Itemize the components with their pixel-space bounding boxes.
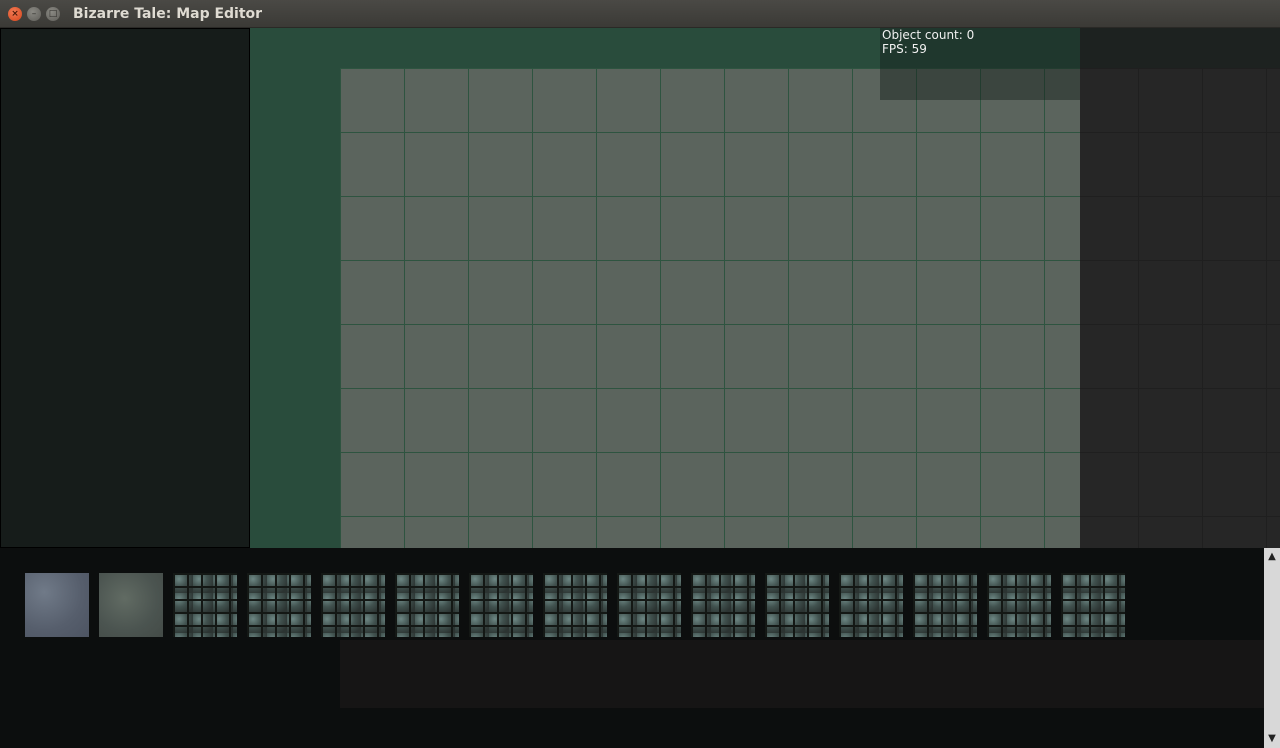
plain-green-tile[interactable] xyxy=(99,573,163,637)
minimize-window-button[interactable]: – xyxy=(27,7,41,21)
stone-wall-tile[interactable] xyxy=(395,573,459,637)
map-border-left xyxy=(250,28,340,548)
object-count-label: Object count: 0 xyxy=(882,28,975,42)
stone-wall-tile[interactable] xyxy=(321,573,385,637)
stats-overlay: Object count: 0 FPS: 59 xyxy=(880,28,1080,100)
palette-shadow xyxy=(340,640,1264,708)
fps-label: FPS: 59 xyxy=(882,42,927,56)
stone-wall-tile[interactable] xyxy=(247,573,311,637)
stone-wall-tile[interactable] xyxy=(913,573,977,637)
stats-overlay-extension xyxy=(1080,28,1280,68)
stone-wall-tile[interactable] xyxy=(691,573,755,637)
stone-wall-tile[interactable] xyxy=(987,573,1051,637)
stone-wall-tile[interactable] xyxy=(765,573,829,637)
stone-wall-tile[interactable] xyxy=(543,573,607,637)
close-window-button[interactable]: × xyxy=(8,7,22,21)
properties-panel[interactable] xyxy=(0,28,250,548)
maximize-window-button[interactable]: □ xyxy=(46,7,60,21)
stone-wall-tile[interactable] xyxy=(173,573,237,637)
palette-scrollbar[interactable]: ▲ ▼ xyxy=(1264,548,1280,748)
stone-wall-tile[interactable] xyxy=(1061,573,1125,637)
window-title: Bizarre Tale: Map Editor xyxy=(73,6,263,22)
scroll-down-arrow-icon[interactable]: ▼ xyxy=(1264,732,1280,746)
stone-wall-tile[interactable] xyxy=(469,573,533,637)
out-of-bounds-grid xyxy=(1080,68,1280,548)
scroll-up-arrow-icon[interactable]: ▲ xyxy=(1264,550,1280,564)
plain-blue-tile[interactable] xyxy=(25,573,89,637)
stone-wall-tile[interactable] xyxy=(617,573,681,637)
map-grid[interactable] xyxy=(340,68,1080,548)
title-bar: × – □ Bizarre Tale: Map Editor xyxy=(0,0,1280,28)
map-viewport[interactable] xyxy=(250,28,1280,548)
stone-wall-tile[interactable] xyxy=(839,573,903,637)
